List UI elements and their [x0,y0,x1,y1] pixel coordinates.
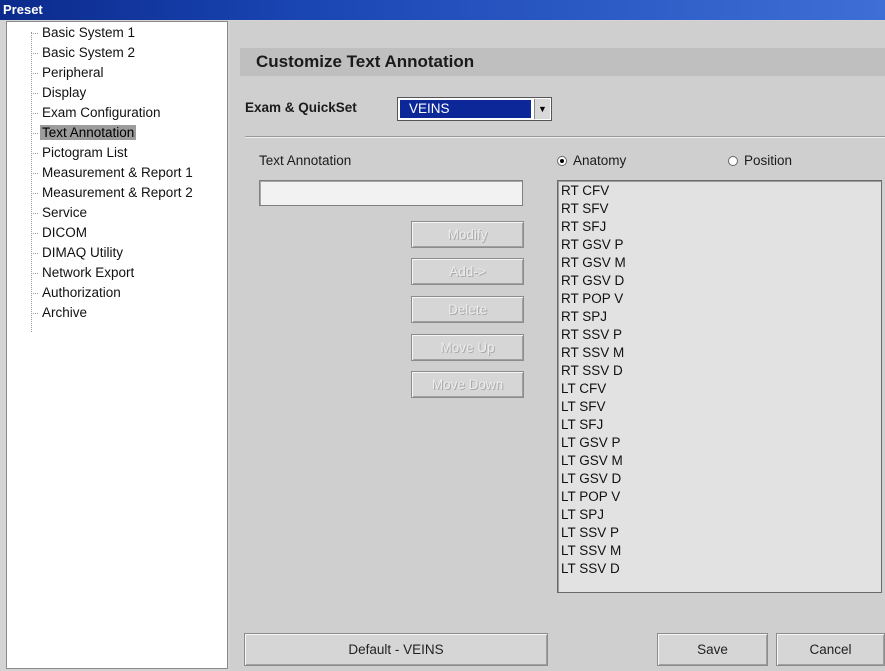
list-item[interactable]: RT GSV M [561,254,881,272]
anatomy-radio[interactable] [557,156,567,166]
exam-quickset-value: VEINS [400,100,531,118]
move-down-button[interactable]: Move Down [411,371,524,398]
cancel-button[interactable]: Cancel [776,633,885,666]
panel-title: Customize Text Annotation [240,48,885,76]
tree-item-label: DICOM [42,225,87,240]
tree-item-label: Exam Configuration [42,105,161,120]
list-item[interactable]: RT SSV M [561,344,881,362]
list-item[interactable]: LT SSV M [561,542,881,560]
chevron-down-icon[interactable]: ▼ [534,99,550,119]
tree-item-label: Pictogram List [42,145,128,160]
list-item[interactable]: RT GSV P [561,236,881,254]
list-item[interactable]: LT SFV [561,398,881,416]
tree-item-label: Peripheral [42,65,104,80]
save-button[interactable]: Save [657,633,768,666]
tree-item-label: Network Export [42,265,135,280]
tree-item-label: Text Annotation [40,125,137,140]
tree-item-label: Measurement & Report 1 [42,165,193,180]
move-up-button[interactable]: Move Up [411,334,524,361]
tree-item-label: Measurement & Report 2 [42,185,193,200]
list-item[interactable]: LT GSV D [561,470,881,488]
list-item[interactable]: LT POP V [561,488,881,506]
window-title-bar: Preset [0,0,885,20]
list-item[interactable]: RT SFV [561,200,881,218]
radio-selected-dot [560,159,564,163]
anatomy-radio-label[interactable]: Anatomy [573,153,626,168]
exam-quickset-select[interactable]: VEINS ▼ [397,97,552,121]
list-item[interactable]: RT SSV P [561,326,881,344]
tree-item[interactable]: Measurement & Report 2 [31,183,195,203]
list-item[interactable]: RT SSV D [561,362,881,380]
tree-item[interactable]: Peripheral [31,63,106,83]
list-item[interactable]: LT SPJ [561,506,881,524]
tree-item[interactable]: Service [30,203,89,223]
tree-item[interactable]: Measurement & Report 1 [31,163,195,183]
tree-item-label: Authorization [42,285,121,300]
annotation-list[interactable]: RT CFV RT SFV RT SFJ RT GSV P RT GSV M RT GSV… [557,180,882,593]
tree-item-label: Archive [42,305,88,320]
list-item[interactable]: RT GSV D [561,272,881,290]
tree-item[interactable]: Basic System 1 [30,23,137,43]
tree-item[interactable]: DICOM [31,223,89,243]
modify-button[interactable]: Modify [411,221,524,248]
tree-item[interactable]: DIMAQ Utility [31,243,125,263]
list-item[interactable]: LT SSV D [561,560,881,578]
list-item[interactable]: LT SSV P [561,524,881,542]
position-radio-label[interactable]: Position [744,153,792,168]
list-item[interactable]: RT SPJ [561,308,881,326]
list-item[interactable]: RT CFV [561,182,881,200]
tree-item[interactable]: Authorization [31,283,123,303]
tree-item[interactable]: Display [30,83,88,103]
tree-item-label: Basic System 2 [42,45,136,60]
section-divider [245,136,885,138]
position-radio[interactable] [728,156,738,166]
default-button[interactable]: Default - VEINS [244,633,548,666]
tree-item[interactable]: Archive [30,303,89,323]
preset-tree[interactable]: Basic System 1 Basic System 2 Peripheral Di… [6,21,228,669]
list-item[interactable]: LT SFJ [561,416,881,434]
text-annotation-input[interactable] [259,180,523,206]
tree-item-label: Display [42,85,87,100]
delete-button[interactable]: Delete [411,296,524,323]
text-annotation-label: Text Annotation [259,153,352,168]
tree-item[interactable]: Exam Configuration [31,103,163,123]
tree-item[interactable]: Basic System 2 [30,43,137,63]
window-title: Preset [3,2,43,17]
exam-quickset-label: Exam & QuickSet [245,100,357,115]
list-item[interactable]: RT POP V [561,290,881,308]
tree-item-label: Basic System 1 [42,25,136,40]
tree-item[interactable]: Text Annotation [30,123,137,143]
list-item[interactable]: RT SFJ [561,218,881,236]
tree-item[interactable]: Network Export [30,263,136,283]
list-item[interactable]: LT GSV M [561,452,881,470]
list-item[interactable]: LT CFV [561,380,881,398]
list-item[interactable]: LT GSV P [561,434,881,452]
add-button[interactable]: Add-> [411,258,524,285]
tree-item-label: Service [42,205,88,220]
tree-item[interactable]: Pictogram List [31,143,130,163]
tree-item-label: DIMAQ Utility [42,245,123,260]
